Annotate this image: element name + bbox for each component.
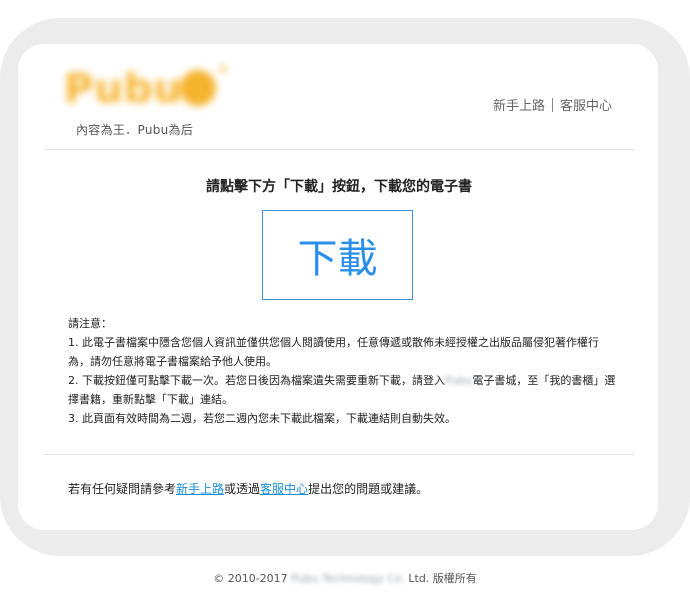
pubu-logo[interactable]: Pubu [60,62,235,120]
notice-title: 請注意： [68,317,112,330]
page-headline: 請點擊下方「下載」按鈕，下載您的電子書 [206,179,472,195]
notice-item-3: 3. 此頁面有效時間為二週，若您二週內您未下載此檔案，下載連結則自動失效。 [68,412,456,425]
nav-separator [551,98,553,112]
help-line: 若有任何疑問請參考新手上路或透過客服中心提出您的問題或建議。 [68,480,428,497]
notice-item-2: 2. 下載按鈕僅可點擊下載一次。若您日後因為檔案遺失需要重新下載，請登入Pubu… [68,371,616,409]
logo-text: Pubu [64,66,183,112]
help-text-start: 若有任何疑問請參考 [68,482,177,496]
help-text-middle: 或透過 [224,482,261,496]
copyright-prefix: © 2010-2017 [213,572,288,585]
company-name-blurred: Pubu Technology Co. [291,572,405,585]
notice-section: 請注意： 1. 此電子書檔案中隱含您個人資訊並僅供您個人閱讀使用，任意傳遞或散佈… [68,314,616,428]
blurred-brand: Pubu [445,374,473,387]
customer-service-link[interactable]: 客服中心 [560,99,612,114]
top-nav: 新手上路 客服中心 [493,95,612,114]
help-text-end: 提出您的問題或建議。 [308,482,429,496]
copyright-suffix: Ltd. 版權所有 [408,572,477,585]
header-divider [44,149,634,150]
help-divider [44,454,634,455]
logo-dot-icon [220,66,226,72]
footer-copyright: © 2010-2017 Pubu Technology Co. Ltd. 版權所… [0,570,690,586]
notice-item-1: 1. 此電子書檔案中隱含您個人資訊並僅供您個人閱讀使用，任意傳遞或散佈未經授權之… [68,336,599,368]
getting-started-link[interactable]: 新手上路 [493,99,545,114]
download-button[interactable]: 下載 [262,210,413,300]
help-customer-service-link[interactable]: 客服中心 [260,482,308,496]
logo-graphic: Pubu [60,64,230,112]
help-getting-started-link[interactable]: 新手上路 [176,482,224,496]
notice-item-2-start: 2. 下載按鈕僅可點擊下載一次。若您日後因為檔案遺失需要重新下載，請登入 [68,374,445,387]
slogan: 內容為王．Pubu為后 [76,123,194,137]
logo-circle-icon [180,70,216,106]
